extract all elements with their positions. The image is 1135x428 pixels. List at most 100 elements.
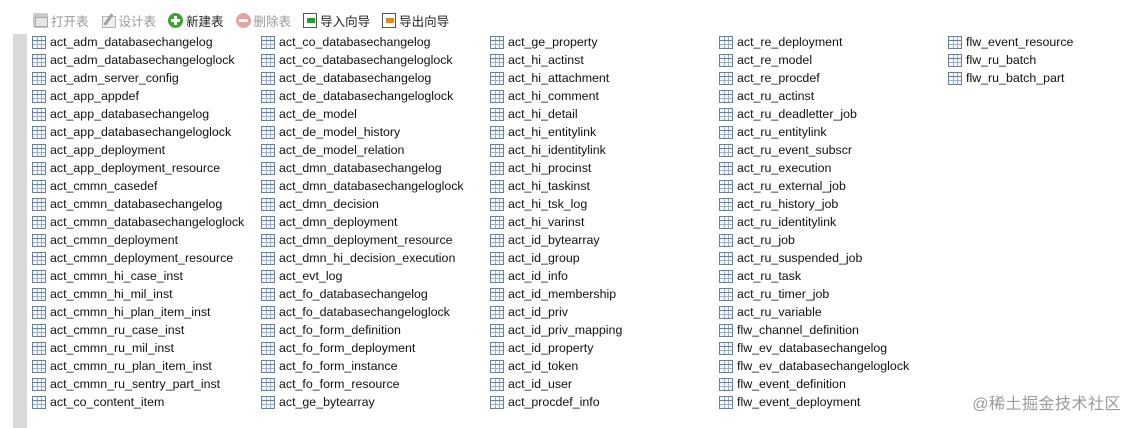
- table-item[interactable]: act_co_databasechangeloglock: [261, 51, 490, 69]
- table-item[interactable]: act_re_deployment: [719, 33, 948, 51]
- table-item[interactable]: act_app_databasechangeloglock: [32, 123, 261, 141]
- table-item[interactable]: act_dmn_deployment: [261, 213, 490, 231]
- table-item[interactable]: act_id_user: [490, 375, 719, 393]
- table-item[interactable]: act_adm_databasechangelog: [32, 33, 261, 51]
- import-wizard-button[interactable]: 导入向导: [300, 9, 373, 31]
- table-item[interactable]: act_ge_bytearray: [261, 393, 490, 411]
- table-item[interactable]: act_adm_databasechangeloglock: [32, 51, 261, 69]
- table-item[interactable]: act_cmmn_hi_plan_item_inst: [32, 303, 261, 321]
- table-item[interactable]: act_dmn_deployment_resource: [261, 231, 490, 249]
- table-item[interactable]: flw_event_deployment: [719, 393, 948, 411]
- table-item[interactable]: act_id_priv: [490, 303, 719, 321]
- table-item[interactable]: act_re_model: [719, 51, 948, 69]
- table-icon: [261, 233, 275, 247]
- table-item[interactable]: flw_channel_definition: [719, 321, 948, 339]
- table-item[interactable]: act_cmmn_databasechangelog: [32, 195, 261, 213]
- table-item[interactable]: act_ru_job: [719, 231, 948, 249]
- table-item[interactable]: act_id_info: [490, 267, 719, 285]
- table-item[interactable]: act_ru_identitylink: [719, 213, 948, 231]
- table-item[interactable]: act_app_deployment_resource: [32, 159, 261, 177]
- table-item[interactable]: act_id_token: [490, 357, 719, 375]
- table-item[interactable]: act_hi_actinst: [490, 51, 719, 69]
- table-item[interactable]: act_dmn_decision: [261, 195, 490, 213]
- table-item[interactable]: act_hi_tsk_log: [490, 195, 719, 213]
- table-icon: [490, 251, 504, 265]
- table-item[interactable]: act_ru_event_subscr: [719, 141, 948, 159]
- delete-table-button[interactable]: 删除表: [233, 9, 295, 31]
- table-item[interactable]: act_fo_databasechangeloglock: [261, 303, 490, 321]
- table-item[interactable]: act_id_membership: [490, 285, 719, 303]
- table-item[interactable]: flw_ru_batch: [948, 51, 1135, 69]
- table-item[interactable]: flw_event_resource: [948, 33, 1135, 51]
- table-item[interactable]: act_app_appdef: [32, 87, 261, 105]
- table-item[interactable]: act_fo_form_definition: [261, 321, 490, 339]
- table-item[interactable]: act_evt_log: [261, 267, 490, 285]
- open-table-button[interactable]: 打开表: [30, 9, 92, 31]
- table-item[interactable]: act_dmn_hi_decision_execution: [261, 249, 490, 267]
- design-table-button[interactable]: 设计表: [98, 9, 160, 31]
- table-item[interactable]: act_ru_task: [719, 267, 948, 285]
- table-item[interactable]: act_co_databasechangelog: [261, 33, 490, 51]
- table-item[interactable]: act_cmmn_ru_plan_item_inst: [32, 357, 261, 375]
- table-item[interactable]: act_id_priv_mapping: [490, 321, 719, 339]
- table-item[interactable]: act_cmmn_casedef: [32, 177, 261, 195]
- table-item[interactable]: act_id_group: [490, 249, 719, 267]
- table-item[interactable]: act_fo_form_deployment: [261, 339, 490, 357]
- table-item[interactable]: act_app_databasechangelog: [32, 105, 261, 123]
- table-item[interactable]: flw_ev_databasechangeloglock: [719, 357, 948, 375]
- export-wizard-button[interactable]: 导出向导: [379, 9, 452, 31]
- table-item[interactable]: act_fo_databasechangelog: [261, 285, 490, 303]
- table-item[interactable]: act_de_model_relation: [261, 141, 490, 159]
- table-item[interactable]: act_hi_taskinst: [490, 177, 719, 195]
- table-item[interactable]: act_fo_form_resource: [261, 375, 490, 393]
- table-item[interactable]: act_cmmn_databasechangeloglock: [32, 213, 261, 231]
- table-icon: [719, 89, 733, 103]
- table-icon: [490, 395, 504, 409]
- table-name: act_adm_databasechangeloglock: [50, 53, 235, 67]
- table-item[interactable]: act_id_bytearray: [490, 231, 719, 249]
- table-item[interactable]: act_dmn_databasechangelog: [261, 159, 490, 177]
- table-item[interactable]: act_ru_execution: [719, 159, 948, 177]
- table-item[interactable]: act_ge_property: [490, 33, 719, 51]
- table-item[interactable]: act_re_procdef: [719, 69, 948, 87]
- table-item[interactable]: act_procdef_info: [490, 393, 719, 411]
- table-item[interactable]: act_hi_varinst: [490, 213, 719, 231]
- table-item[interactable]: act_ru_entitylink: [719, 123, 948, 141]
- table-item[interactable]: act_ru_variable: [719, 303, 948, 321]
- table-item[interactable]: act_cmmn_ru_sentry_part_inst: [32, 375, 261, 393]
- table-icon: [261, 53, 275, 67]
- table-item[interactable]: act_de_databasechangeloglock: [261, 87, 490, 105]
- table-item[interactable]: act_hi_detail: [490, 105, 719, 123]
- table-item[interactable]: act_co_content_item: [32, 393, 261, 411]
- table-item[interactable]: act_cmmn_hi_case_inst: [32, 267, 261, 285]
- table-item[interactable]: act_app_deployment: [32, 141, 261, 159]
- table-item[interactable]: act_fo_form_instance: [261, 357, 490, 375]
- table-item[interactable]: act_cmmn_ru_case_inst: [32, 321, 261, 339]
- table-item[interactable]: flw_ev_databasechangelog: [719, 339, 948, 357]
- table-item[interactable]: act_cmmn_deployment_resource: [32, 249, 261, 267]
- table-item[interactable]: act_hi_comment: [490, 87, 719, 105]
- table-item[interactable]: act_dmn_databasechangeloglock: [261, 177, 490, 195]
- table-item[interactable]: act_cmmn_deployment: [32, 231, 261, 249]
- table-item[interactable]: act_ru_history_job: [719, 195, 948, 213]
- new-table-button[interactable]: 新建表: [165, 9, 227, 31]
- table-item[interactable]: act_id_property: [490, 339, 719, 357]
- table-item[interactable]: act_ru_actinst: [719, 87, 948, 105]
- table-item[interactable]: flw_ru_batch_part: [948, 69, 1135, 87]
- table-item[interactable]: act_cmmn_hi_mil_inst: [32, 285, 261, 303]
- table-item[interactable]: act_hi_attachment: [490, 69, 719, 87]
- table-item[interactable]: act_de_model: [261, 105, 490, 123]
- table-item[interactable]: act_hi_procinst: [490, 159, 719, 177]
- table-item[interactable]: act_de_databasechangelog: [261, 69, 490, 87]
- table-item[interactable]: act_hi_entitylink: [490, 123, 719, 141]
- table-item[interactable]: act_ru_external_job: [719, 177, 948, 195]
- table-item[interactable]: act_ru_deadletter_job: [719, 105, 948, 123]
- table-item[interactable]: flw_event_definition: [719, 375, 948, 393]
- vertical-scrollbar[interactable]: [13, 34, 27, 428]
- table-item[interactable]: act_cmmn_ru_mil_inst: [32, 339, 261, 357]
- table-item[interactable]: act_de_model_history: [261, 123, 490, 141]
- table-item[interactable]: act_hi_identitylink: [490, 141, 719, 159]
- table-item[interactable]: act_ru_suspended_job: [719, 249, 948, 267]
- table-item[interactable]: act_ru_timer_job: [719, 285, 948, 303]
- table-item[interactable]: act_adm_server_config: [32, 69, 261, 87]
